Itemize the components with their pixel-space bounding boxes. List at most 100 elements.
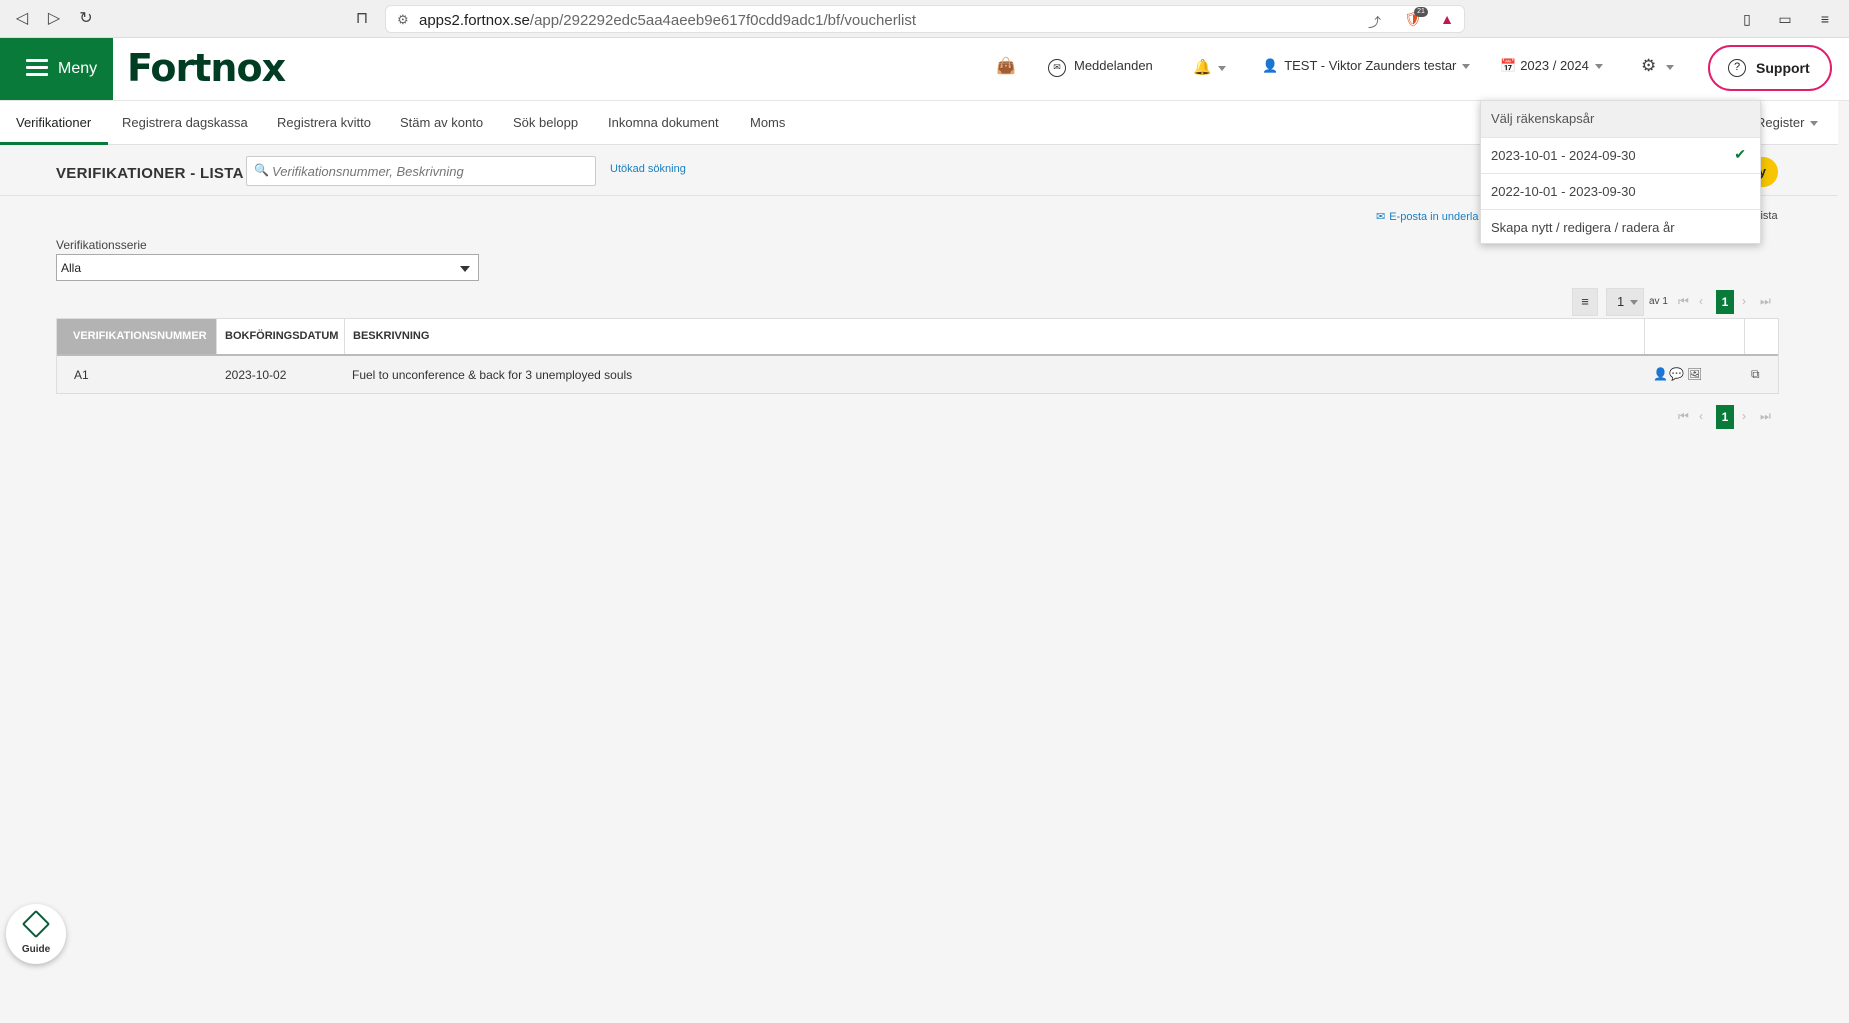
first-page-icon[interactable]: ⏮ (1678, 294, 1689, 309)
notifications-button[interactable]: 🔔 (1193, 58, 1226, 76)
fiscal-year-button[interactable]: 📅 2023 / 2024 (1500, 58, 1603, 74)
check-icon: ✔ (1734, 146, 1746, 162)
share-icon[interactable]: ⤴ (1368, 12, 1381, 31)
table-row[interactable]: A1 2023-10-02 Fuel to unconference & bac… (57, 356, 1778, 393)
next-page-icon[interactable]: › (1742, 409, 1746, 423)
chevron-down-icon (460, 266, 470, 272)
brave-rewards-icon[interactable]: ▲ (1436, 8, 1458, 30)
chevron-down-icon (1217, 66, 1226, 72)
tab-moms[interactable]: Moms (750, 115, 785, 130)
envelope-icon: ✉ (1376, 211, 1386, 223)
message-icon: ✉ (1048, 59, 1066, 77)
serie-value: Alla (61, 261, 82, 275)
email-upload-label: E-posta in underla (1389, 211, 1479, 223)
chevron-down-icon (1666, 65, 1675, 71)
current-page[interactable]: 1 (1716, 290, 1734, 314)
settings-button[interactable]: ⚙ (1641, 56, 1675, 76)
shop-bag-icon[interactable]: 👜 (996, 56, 1016, 76)
search-field[interactable]: 🔍 (246, 156, 596, 186)
page-title: VERIFIKATIONER - LISTA (56, 165, 244, 182)
chevron-down-icon (1594, 64, 1603, 70)
serie-select[interactable]: Alla (56, 254, 479, 281)
table-header: VERIFIKATIONSNUMMER BOKFÖRINGSDATUM BESK… (57, 319, 1778, 356)
fiscal-year-item[interactable]: 2022-10-01 - 2023-09-30 (1481, 173, 1760, 209)
col-verifikationsnummer[interactable]: VERIFIKATIONSNUMMER (57, 319, 217, 354)
fiscal-year-manage-item[interactable]: Skapa nytt / redigera / radera år (1481, 209, 1760, 245)
browser-toolbar: ◁ ▷ ↻ ⊓ ⚙ apps2.fortnox.se/app/292292edc… (0, 0, 1849, 38)
copy-icon[interactable]: ⧉ (1751, 367, 1760, 382)
page-count-label: av 1 (1649, 296, 1668, 307)
current-page[interactable]: 1 (1716, 405, 1734, 429)
fiscal-year-item-label: Skapa nytt / redigera / radera år (1491, 220, 1675, 235)
columns-menu-icon[interactable]: ≡ (1572, 288, 1598, 316)
prev-page-icon[interactable]: ‹ (1699, 294, 1703, 308)
tab-register[interactable]: Register (1756, 115, 1819, 130)
app-header: Meny Fortnox 👜 ✉ Meddelanden 🔔 👤 TEST - Vi… (0, 38, 1849, 101)
back-icon[interactable]: ◁ (10, 8, 34, 30)
wallet-icon[interactable]: ▭ (1774, 8, 1796, 30)
fiscal-year-dropdown: Välj räkenskapsår 2023-10-01 - 2024-09-3… (1480, 100, 1761, 244)
fiscal-year-item[interactable]: 2023-10-01 - 2024-09-30 ✔ (1481, 137, 1760, 173)
menu-button[interactable]: Meny (0, 38, 113, 100)
advanced-search-link[interactable]: Utökad sökning (610, 163, 686, 175)
scrollbar[interactable] (1838, 101, 1849, 1023)
user-icon: 👤 (1653, 367, 1668, 381)
chevron-down-icon (1462, 64, 1471, 70)
col-beskrivning[interactable]: BESKRIVNING (345, 319, 1645, 354)
support-button[interactable]: ? Support (1708, 45, 1832, 91)
fiscal-year-heading: Välj räkenskapsår (1481, 101, 1760, 137)
gear-icon: ⚙ (1641, 56, 1657, 75)
fiscal-year-label: 2023 / 2024 (1520, 58, 1589, 73)
address-bar[interactable]: ⚙ apps2.fortnox.se/app/292292edc5aa4aeeb… (385, 5, 1465, 33)
guide-button[interactable]: Guide (6, 904, 66, 964)
fiscal-year-item-label: 2023-10-01 - 2024-09-30 (1491, 148, 1636, 163)
prev-page-icon[interactable]: ‹ (1699, 409, 1703, 423)
last-page-icon[interactable]: ⏭ (1760, 294, 1771, 309)
messages-label: Meddelanden (1074, 58, 1153, 73)
bookmark-icon[interactable]: ⊓ (350, 8, 374, 30)
col-bokforingsdatum[interactable]: BOKFÖRINGSDATUM (217, 319, 345, 354)
brave-badge: 21 (1414, 7, 1428, 17)
chevron-down-icon (1630, 300, 1639, 306)
fortnox-logo[interactable]: Fortnox (127, 46, 286, 90)
fiscal-year-item-label: 2022-10-01 - 2023-09-30 (1491, 184, 1636, 199)
sidebar-icon[interactable]: ▯ (1736, 8, 1758, 30)
url-path: /app/292292edc5aa4aeeb9e617f0cdd9adc1/bf… (529, 12, 917, 29)
user-button[interactable]: 👤 TEST - Viktor Zaunders testar (1262, 58, 1471, 74)
cell-date: 2023-10-02 (225, 368, 287, 382)
per-page-value: 1 (1617, 294, 1625, 309)
email-upload-link[interactable]: ✉ E-posta in underla (1376, 210, 1479, 223)
tab-sok-belopp[interactable]: Sök belopp (513, 115, 578, 130)
reload-icon[interactable]: ↻ (74, 8, 98, 30)
cell-number: A1 (74, 368, 89, 382)
tab-registrera-kvitto[interactable]: Registrera kvitto (277, 115, 371, 130)
per-page-select[interactable]: 1 (1606, 288, 1644, 316)
guide-icon (21, 909, 51, 939)
user-icon: 👤 (1262, 58, 1279, 73)
hamburger-icon (26, 59, 48, 77)
serie-label: Verifikationsserie (56, 238, 147, 252)
calendar-icon: 📅 (1500, 58, 1517, 73)
register-label: Register (1756, 115, 1805, 130)
image-icon[interactable]: 🖼 (1687, 367, 1702, 381)
browser-menu-icon[interactable]: ≡ (1814, 8, 1836, 30)
menu-label: Meny (58, 60, 98, 77)
search-input[interactable] (272, 161, 587, 181)
site-info-icon[interactable]: ⚙ (397, 12, 409, 28)
forward-icon[interactable]: ▷ (42, 8, 66, 30)
first-page-icon[interactable]: ⏮ (1678, 409, 1689, 424)
url-text: apps2.fortnox.se/app/292292edc5aa4aeeb9e… (419, 12, 916, 29)
user-label: TEST - Viktor Zaunders testar (1284, 58, 1457, 73)
tab-verifikationer[interactable]: Verifikationer (16, 115, 91, 130)
messages-button[interactable]: ✉ Meddelanden (1048, 58, 1153, 77)
search-icon: 🔍 (254, 163, 269, 177)
comment-icon[interactable]: 💬 (1669, 367, 1684, 381)
last-page-icon[interactable]: ⏭ (1760, 409, 1771, 424)
tab-registrera-dagskassa[interactable]: Registrera dagskassa (122, 115, 248, 130)
support-label: Support (1756, 60, 1810, 76)
tab-inkomna-dokument[interactable]: Inkomna dokument (608, 115, 719, 130)
next-page-icon[interactable]: › (1742, 294, 1746, 308)
tab-stam-av-konto[interactable]: Stäm av konto (400, 115, 483, 130)
question-icon: ? (1728, 59, 1746, 77)
bell-icon: 🔔 (1193, 59, 1212, 76)
